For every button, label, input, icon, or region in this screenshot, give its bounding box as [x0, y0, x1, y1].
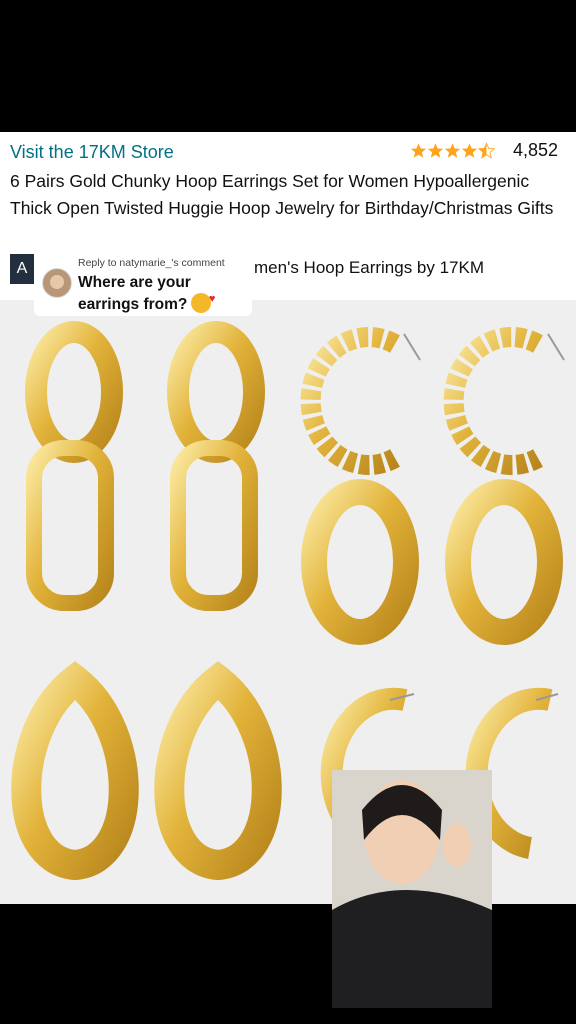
star-half-icon — [478, 141, 495, 159]
avatar — [42, 268, 72, 298]
reply-comment-bubble[interactable]: Reply to natymarie_'s comment Where are … — [34, 254, 252, 316]
brand-badge: A — [10, 254, 34, 284]
rating-count[interactable]: 4,852 — [513, 140, 558, 161]
reply-text-content: Where are your earrings from? — [78, 274, 191, 313]
store-link[interactable]: Visit the 17KM Store — [10, 142, 174, 163]
star-icon — [444, 142, 461, 158]
rating[interactable]: 4,852 — [410, 140, 558, 161]
star-icon — [410, 142, 427, 158]
person-icon — [332, 770, 492, 1008]
reply-text: Where are your earrings from? — [78, 273, 248, 315]
product-title: 6 Pairs Gold Chunky Hoop Earrings Set fo… — [10, 171, 554, 218]
star-icon — [427, 142, 444, 158]
top-black-bar — [0, 0, 576, 132]
reply-meta: Reply to natymarie_'s comment — [78, 257, 225, 269]
emoji-icon — [191, 289, 215, 313]
product-subline[interactable]: men's Hoop Earrings by 17KM — [254, 258, 484, 278]
star-icon — [461, 142, 478, 158]
webcam-overlay — [332, 770, 492, 1008]
